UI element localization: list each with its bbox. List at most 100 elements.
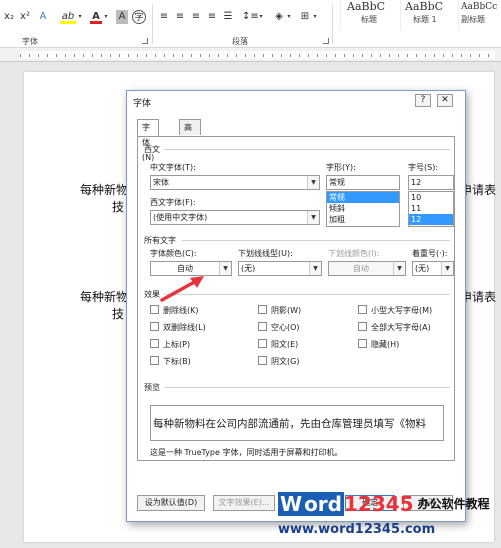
style-name: 标题 1 — [413, 15, 437, 24]
font-dialog-launcher-icon[interactable] — [142, 38, 148, 44]
size-listbox[interactable]: 10 11 12 — [408, 191, 454, 227]
emphasis-select[interactable]: (无) ▼ — [412, 261, 454, 276]
style-option[interactable]: 常规 — [327, 192, 399, 203]
style-input[interactable]: 常规 — [326, 175, 400, 190]
close-button[interactable]: ✕ — [437, 94, 453, 107]
engrave-checkbox[interactable]: 阴文(G) — [258, 356, 299, 367]
line-spacing-icon[interactable]: ↕≡ — [242, 10, 259, 24]
watermark: Word 12345 办公软件教程 www.word12345.com — [278, 492, 498, 544]
section-divider — [164, 387, 450, 388]
checkbox-box[interactable] — [258, 356, 267, 365]
text-effects-button[interactable]: 文字效果(E)... — [213, 495, 275, 511]
watermark-tagline: 办公软件教程 — [417, 497, 490, 511]
font-color-button[interactable]: A — [90, 10, 102, 24]
subscript-checkbox[interactable]: 下标(B) — [150, 356, 191, 367]
checkbox-box[interactable] — [358, 339, 367, 348]
style-gallery-item[interactable]: AaBbC 标题 — [340, 0, 398, 30]
ruler-scale — [20, 51, 495, 59]
section-divider — [164, 149, 450, 150]
emphasis-label: 着重号(·): — [412, 249, 448, 258]
small-caps-checkbox[interactable]: 小型大写字母(M) — [358, 305, 432, 316]
document-text: 每种新物 — [80, 290, 129, 304]
style-option[interactable]: 倾斜 — [327, 203, 399, 214]
checkbox-label: 下标(B) — [163, 357, 191, 366]
checkbox-box[interactable] — [258, 339, 267, 348]
style-gallery-item[interactable]: AaBbCc 副标题 — [458, 0, 501, 30]
underline-style-select[interactable]: (无) ▼ — [238, 261, 322, 276]
align-left-icon[interactable]: ≡ — [158, 10, 170, 24]
superscript-checkbox[interactable]: 上标(P) — [150, 339, 190, 350]
chevron-down-icon[interactable]: ▼ — [309, 262, 321, 275]
line-spacing-dropdown-icon[interactable]: ▾ — [258, 10, 264, 24]
size-value: 12 — [411, 178, 422, 187]
style-gallery-item[interactable]: AaBbC 标题 1 — [400, 0, 456, 30]
tab-advanced[interactable]: 高级(V) — [179, 119, 201, 162]
help-button[interactable]: ? — [415, 94, 431, 107]
chinese-font-select[interactable]: 宋体 ▼ — [150, 175, 320, 190]
font-color-label: 字体颜色(C): — [150, 249, 197, 258]
double-strikethrough-checkbox[interactable]: 双删除线(L) — [150, 322, 206, 333]
checkbox-label: 隐藏(H) — [371, 340, 400, 349]
horizontal-ruler[interactable] — [0, 48, 501, 62]
style-listbox[interactable]: 常规 倾斜 加粗 — [326, 191, 400, 227]
superscript-button[interactable]: x² — [18, 10, 32, 24]
chevron-down-icon[interactable]: ▼ — [441, 262, 453, 275]
char-shading-button[interactable]: A — [116, 10, 128, 24]
all-caps-checkbox[interactable]: 全部大写字母(A) — [358, 322, 431, 333]
enclose-char-button[interactable]: 字 — [132, 10, 146, 24]
highlight-dropdown-icon[interactable]: ▾ — [77, 10, 83, 24]
distribute-icon[interactable]: ☰ — [222, 10, 234, 24]
shading-dropdown-icon[interactable]: ▾ — [286, 10, 292, 24]
chinese-font-value: 宋体 — [153, 178, 169, 187]
size-option[interactable]: 10 — [409, 192, 453, 203]
outline-checkbox[interactable]: 空心(O) — [258, 322, 300, 333]
align-center-icon[interactable]: ≡ — [174, 10, 186, 24]
chevron-down-icon[interactable]: ▼ — [219, 262, 231, 275]
chevron-down-icon[interactable]: ▼ — [307, 176, 319, 189]
borders-dropdown-icon[interactable]: ▾ — [312, 10, 318, 24]
style-option[interactable]: 加粗 — [327, 214, 399, 225]
subscript-button[interactable]: x₂ — [2, 10, 16, 24]
arrow-shaft — [160, 278, 200, 302]
western-font-select[interactable]: (使用中文字体) ▼ — [150, 210, 320, 225]
size-input[interactable]: 12 — [408, 175, 454, 190]
checkbox-box[interactable] — [150, 322, 159, 331]
set-default-button[interactable]: 设为默认值(D) — [137, 495, 205, 511]
tab-font[interactable]: 字体(N) — [137, 119, 160, 162]
checkbox-box[interactable] — [150, 356, 159, 365]
highlight-button[interactable]: ab — [60, 10, 76, 24]
clear-format-button[interactable]: A — [36, 10, 50, 24]
checkbox-label: 全部大写字母(A) — [371, 323, 431, 332]
section-divider — [182, 240, 450, 241]
watermark-top: Word 12345 办公软件教程 — [278, 492, 490, 518]
western-font-label: 西文字体(F): — [150, 198, 196, 207]
align-right-icon[interactable]: ≡ — [190, 10, 202, 24]
chevron-down-icon[interactable]: ▼ — [307, 211, 319, 224]
preview-box: 每种新物料在公司内部流通前，先由仓库管理员填写《物料 — [150, 405, 444, 441]
underline-color-select: 自动 ▼ — [328, 261, 406, 276]
borders-icon[interactable]: ⊞ — [298, 10, 312, 24]
emphasis-value: (无) — [415, 264, 430, 273]
checkbox-box[interactable] — [258, 322, 267, 331]
checkbox-box[interactable] — [358, 322, 367, 331]
font-color-dropdown-icon[interactable]: ▾ — [103, 10, 109, 24]
shading-icon[interactable]: ◈ — [272, 10, 286, 24]
justify-icon[interactable]: ≡ — [206, 10, 218, 24]
ribbon-separator — [332, 4, 333, 44]
preview-note: 这是一种 TrueType 字体，同时适用于屏幕和打印机。 — [150, 448, 343, 457]
checkbox-box[interactable] — [150, 339, 159, 348]
size-option[interactable]: 11 — [409, 203, 453, 214]
size-option[interactable]: 12 — [409, 214, 453, 225]
checkbox-box[interactable] — [258, 305, 267, 314]
style-value: 常规 — [329, 178, 345, 187]
emboss-checkbox[interactable]: 阳文(E) — [258, 339, 298, 350]
checkbox-box[interactable] — [358, 305, 367, 314]
logo-number: 12345 — [343, 492, 414, 516]
logo-w: W — [278, 492, 305, 516]
hidden-checkbox[interactable]: 隐藏(H) — [358, 339, 399, 350]
dialog-title: 字体 — [133, 99, 152, 109]
paragraph-dialog-launcher-icon[interactable] — [323, 38, 329, 44]
size-label: 字号(S): — [408, 163, 439, 172]
shadow-checkbox[interactable]: 阴影(W) — [258, 305, 301, 316]
font-group-label: 字体 — [22, 37, 38, 46]
